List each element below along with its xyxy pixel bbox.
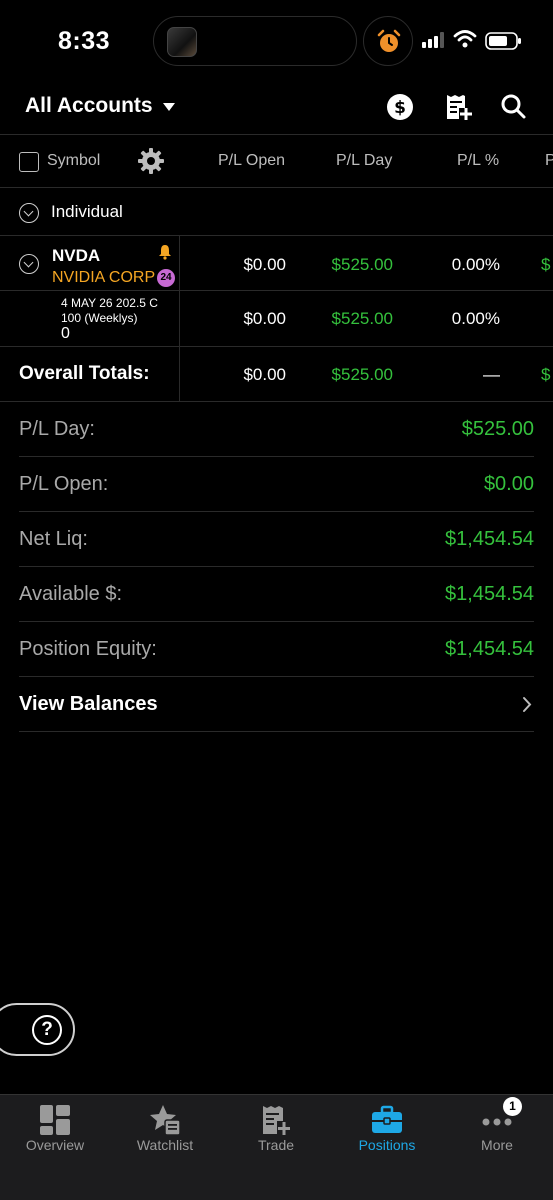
column-pl-day[interactable]: P/L Day <box>336 152 392 170</box>
summary-row-pl-open: P/L Open: $0.00 <box>19 457 534 512</box>
summary-value: $1,454.54 <box>445 528 534 550</box>
column-divider <box>179 347 180 402</box>
alert-bell-icon[interactable] <box>158 244 172 260</box>
summary-row-position-equity: Position Equity: $1,454.54 <box>19 622 534 677</box>
totals-pl-pct: — <box>483 365 500 384</box>
tab-label: Overview <box>25 1137 85 1153</box>
now-playing-thumbnail <box>167 27 197 57</box>
summary-value: $0.00 <box>483 473 534 495</box>
trade-ticket-icon <box>263 1106 290 1135</box>
totals-pl-open: $0.00 <box>243 365 286 384</box>
option-multiplier-line: 100 (Weeklys) <box>61 311 138 325</box>
trade-ticket-add-icon[interactable] <box>443 92 473 122</box>
totals-label: Overall Totals: <box>19 363 150 384</box>
alarm-clock-icon <box>377 29 401 52</box>
column-divider <box>179 236 180 291</box>
option-leg-row[interactable]: 4 MAY 26 202.5 C 100 (Weeklys) 0 $0.00 $… <box>0 291 553 347</box>
dollar-circle-icon[interactable]: $ <box>385 92 415 122</box>
column-pl-pct[interactable]: P/L % <box>457 152 499 170</box>
select-all-checkbox[interactable] <box>19 152 39 172</box>
overall-totals-row: Overall Totals: $0.00 $525.00 — $ <box>0 347 553 402</box>
position-pl-open: $0.00 <box>243 255 286 274</box>
summary-value: $1,454.54 <box>445 638 534 660</box>
totals-pl-day: $525.00 <box>331 365 393 384</box>
column-pl-open[interactable]: P/L Open <box>218 152 285 170</box>
help-button[interactable]: ? <box>0 1003 75 1056</box>
tab-bar: Overview Watchlist Trade Positions More <box>0 1094 553 1200</box>
column-divider <box>179 291 180 347</box>
positions-column-header: Symbol P/L Open P/L Day P/L % P <box>0 134 553 188</box>
status-bar: 8:33 <box>0 0 553 82</box>
earnings-days-badge[interactable]: 24 <box>157 269 175 287</box>
app-header: All Accounts $ <box>0 82 553 134</box>
tab-label: Watchlist <box>136 1137 194 1153</box>
totals-overflow-value: $ <box>541 365 551 384</box>
tab-watchlist[interactable]: Watchlist <box>110 1095 220 1165</box>
position-pl-pct: 0.00% <box>451 255 500 274</box>
position-symbol[interactable]: NVDA <box>52 246 100 266</box>
tab-trade[interactable]: Trade <box>221 1095 331 1165</box>
watchlist-star-icon <box>150 1105 181 1136</box>
position-company: NVIDIA CORP <box>52 269 156 286</box>
summary-row-net-liq: Net Liq: $1,454.54 <box>19 512 534 567</box>
column-symbol[interactable]: Symbol <box>47 152 100 170</box>
summary-label: Net Liq: <box>19 528 88 550</box>
option-quantity: 0 <box>61 325 70 342</box>
tab-label: Positions <box>358 1137 416 1153</box>
position-overflow-value: $ <box>541 255 551 274</box>
grid-icon <box>40 1105 70 1135</box>
account-selector[interactable]: All Accounts <box>25 94 175 118</box>
briefcase-icon <box>372 1105 402 1133</box>
battery-icon <box>485 32 521 50</box>
cellular-signal-icon <box>422 32 444 48</box>
alarm-pill[interactable] <box>363 16 413 66</box>
summary-label: P/L Day: <box>19 418 95 440</box>
option-contract-line: 4 MAY 26 202.5 C <box>61 296 158 310</box>
tab-positions[interactable]: Positions <box>332 1095 442 1165</box>
status-time: 8:33 <box>58 27 111 55</box>
question-icon: ? <box>32 1015 62 1045</box>
option-pl-day: $525.00 <box>331 309 393 328</box>
summary-value: $525.00 <box>461 418 534 440</box>
summary-label: P/L Open: <box>19 473 109 495</box>
position-row[interactable]: NVDA NVIDIA CORP 24 $0.00 $525.00 0.00% … <box>0 236 553 291</box>
option-pl-pct: 0.00% <box>451 309 500 328</box>
more-notification-badge: 1 <box>503 1097 522 1116</box>
summary-label: Available $: <box>19 583 123 605</box>
summary-label: Position Equity: <box>19 638 157 660</box>
summary-row-pl-day: P/L Day: $525.00 <box>19 402 534 457</box>
tab-label: Trade <box>257 1137 295 1153</box>
chevron-down-icon[interactable] <box>19 254 39 274</box>
group-name: Individual <box>51 202 123 221</box>
wifi-icon <box>453 30 477 48</box>
view-balances-label: View Balances <box>19 693 158 715</box>
gear-icon[interactable] <box>137 147 165 175</box>
dynamic-island[interactable] <box>153 16 357 66</box>
caret-down-icon <box>162 103 175 111</box>
column-overflow[interactable]: P <box>545 152 553 170</box>
option-pl-open: $0.00 <box>243 309 286 328</box>
tab-label: More <box>481 1137 513 1153</box>
tab-overview[interactable]: Overview <box>0 1095 110 1165</box>
option-description: 4 MAY 26 202.5 C 100 (Weeklys) 0 <box>61 296 158 342</box>
account-selector-label: All Accounts <box>25 94 153 117</box>
summary-row-available: Available $: $1,454.54 <box>19 567 534 622</box>
view-balances-link[interactable]: View Balances <box>19 677 534 732</box>
chevron-right-icon <box>523 697 532 712</box>
search-icon[interactable] <box>499 92 529 122</box>
svg-text:$: $ <box>394 98 406 118</box>
position-pl-day: $525.00 <box>331 255 393 274</box>
account-group-row[interactable]: Individual <box>0 188 553 236</box>
chevron-down-icon[interactable] <box>19 203 39 223</box>
tab-more[interactable]: More <box>442 1095 552 1165</box>
summary-value: $1,454.54 <box>445 583 534 605</box>
